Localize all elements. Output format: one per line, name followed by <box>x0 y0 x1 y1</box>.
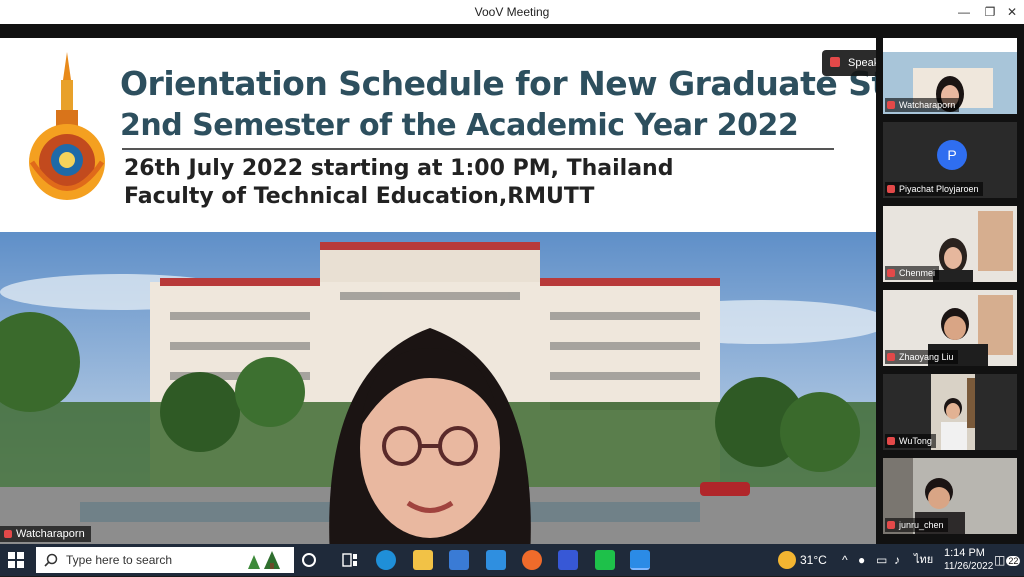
clock-date: 11/26/2022 <box>944 561 994 572</box>
slide-faculty-line: Faculty of Technical Education,RMUTT <box>124 184 595 209</box>
volume-icon[interactable]: ♪ <box>894 544 900 576</box>
participant-name-label: Piyachat Ployjaroen <box>885 182 983 196</box>
microphone-icon[interactable]: ● <box>858 544 865 576</box>
participant-tile[interactable]: P Piyachat Ployjaroen <box>883 122 1017 198</box>
participant-avatar: P <box>937 140 967 170</box>
clock-time: 1:14 PM <box>944 547 985 559</box>
restore-icon[interactable]: ❐ <box>978 2 1002 22</box>
mic-muted-icon <box>887 101 895 109</box>
participant-tile[interactable]: junru_chen <box>883 458 1017 534</box>
window-title: VooV Meeting <box>474 5 550 19</box>
webex-icon[interactable] <box>558 550 578 570</box>
participant-name-label: WuTong <box>885 434 936 448</box>
self-name-label: Watcharaporn <box>0 526 91 542</box>
search-placeholder: Type here to search <box>66 553 173 567</box>
title-bar: VooV Meeting — ❐ ✕ <box>0 0 1024 24</box>
store-icon[interactable] <box>449 550 469 570</box>
file-explorer-icon[interactable] <box>413 550 433 570</box>
participant-sidebar: Watcharaporn P Piyachat Ployjaroen Chenm… <box>876 24 1024 544</box>
minimize-icon[interactable]: — <box>952 2 976 22</box>
participant-name-label: junru_chen <box>885 518 948 532</box>
speaking-mic-icon <box>830 57 840 67</box>
participant-tile[interactable]: Zhaoyang Liu <box>883 290 1017 366</box>
slide-divider <box>122 148 834 150</box>
windows-start-icon[interactable] <box>8 552 24 568</box>
network-icon[interactable]: ▭ <box>876 544 887 576</box>
participant-tile[interactable]: Chenmei <box>883 206 1017 282</box>
mail-icon[interactable] <box>486 550 506 570</box>
mic-muted-icon <box>887 353 895 361</box>
mic-muted-icon <box>887 185 895 193</box>
participant-name-label: Zhaoyang Liu <box>885 350 958 364</box>
firefox-icon[interactable] <box>522 550 542 570</box>
voov-meeting-icon[interactable] <box>630 550 650 570</box>
edge-browser-icon[interactable] <box>376 550 396 570</box>
notification-count: 22 <box>1006 556 1021 566</box>
taskbar-search-box[interactable]: Type here to search <box>36 547 294 573</box>
shared-slide: Orientation Schedule for New Graduate St… <box>0 38 876 554</box>
self-name: Watcharaporn <box>16 528 85 540</box>
slide-header: Orientation Schedule for New Graduate St… <box>0 38 876 256</box>
task-view-icon[interactable] <box>302 553 316 567</box>
notification-icon: ◫ <box>994 553 1006 567</box>
widgets-icon[interactable] <box>340 550 360 570</box>
weather-icon <box>778 551 796 569</box>
shared-screen-area: Orientation Schedule for New Graduate St… <box>0 24 876 554</box>
close-icon[interactable]: ✕ <box>1000 2 1024 22</box>
weather-temp[interactable]: 31°C <box>800 544 827 576</box>
participant-name-label: Chenmei <box>885 266 940 280</box>
participant-tile[interactable]: Watcharaporn <box>883 38 1017 114</box>
notification-center[interactable]: ◫ 22 <box>994 544 1021 577</box>
participant-tile[interactable]: WuTong <box>883 374 1017 450</box>
line-app-icon[interactable] <box>595 550 615 570</box>
participant-name-label: Watcharaporn <box>885 98 960 112</box>
mic-muted-icon <box>4 530 12 538</box>
university-logo <box>29 52 105 200</box>
slide-date-line: 26th July 2022 starting at 1:00 PM, Thai… <box>124 156 674 181</box>
show-hidden-icons-icon[interactable]: ^ <box>842 544 848 576</box>
active-speaker-video <box>329 328 531 554</box>
windows-taskbar: Type here to search 31°C ^ ● ▭ ♪ ไทย 1:1… <box>0 544 1024 576</box>
input-language[interactable]: ไทย <box>914 544 933 576</box>
slide-title-line-1: Orientation Schedule for New Graduate St… <box>120 64 876 103</box>
clock[interactable]: 1:14 PM 11/26/2022 <box>944 547 994 573</box>
search-icon <box>44 553 58 567</box>
mic-muted-icon <box>887 269 895 277</box>
mic-muted-icon <box>887 437 895 445</box>
mic-muted-icon <box>887 521 895 529</box>
slide-title-line-2: 2nd Semester of the Academic Year 2022 <box>120 108 799 143</box>
search-highlight-illustration <box>248 551 280 569</box>
